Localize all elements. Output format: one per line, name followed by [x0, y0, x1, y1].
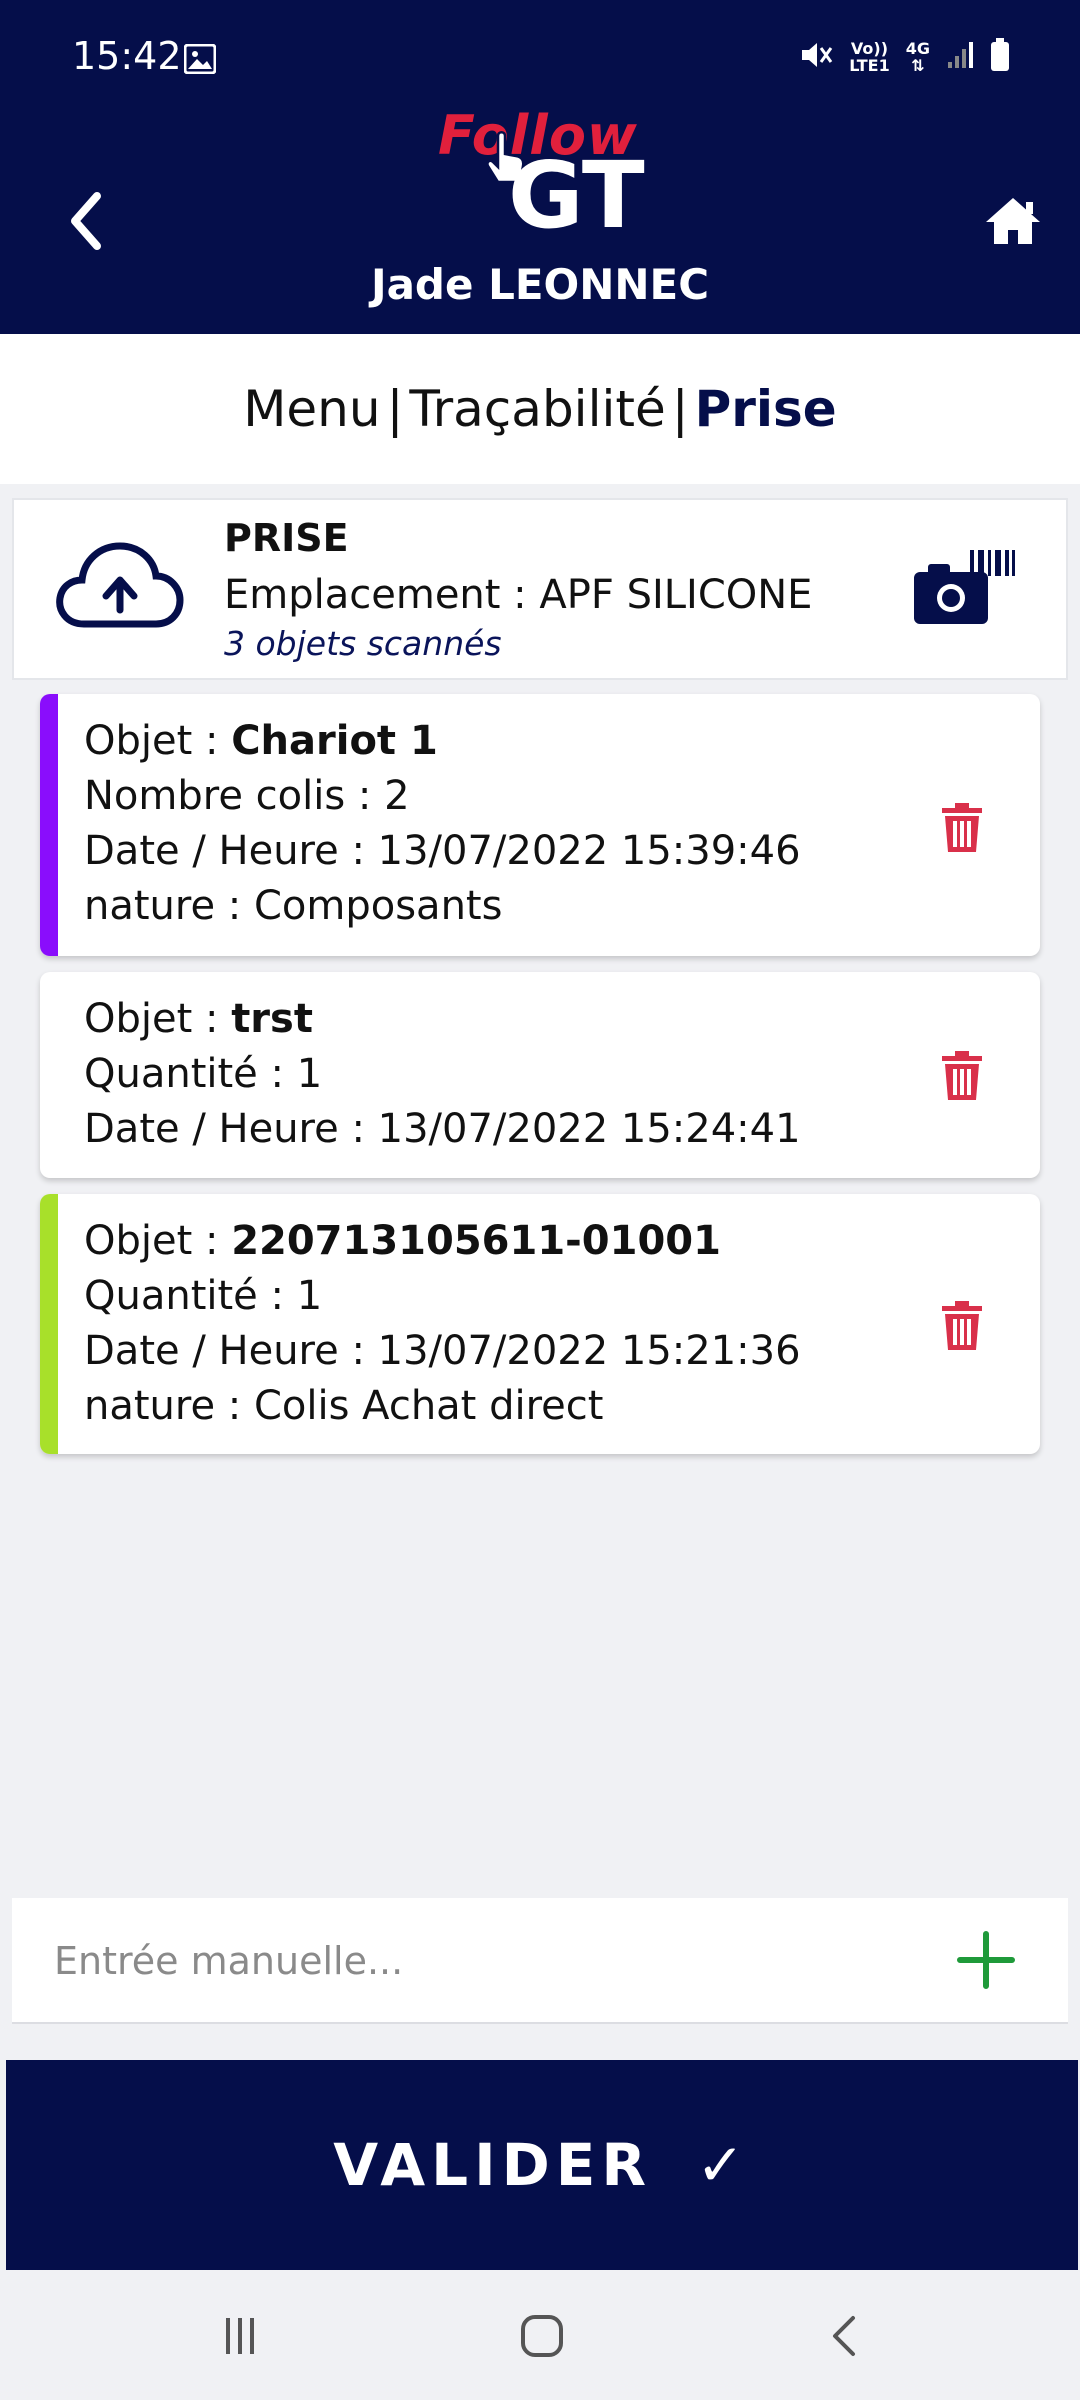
follow-gt-logo: Follow GT [438, 104, 648, 254]
item-accent-bar [40, 694, 58, 956]
signal-icon [946, 40, 974, 74]
trash-icon [942, 1301, 982, 1350]
item-details: Objet : 220713105611-01001 Quantité : 1 … [84, 1214, 801, 1434]
back-nav-button[interactable] [804, 2306, 884, 2366]
prise-info-card: PRISE Emplacement : APF SILICONE 3 objet… [12, 498, 1068, 680]
add-button[interactable] [956, 1930, 1016, 1990]
home-button[interactable] [968, 176, 1058, 266]
item-details: Objet : Chariot 1 Nombre colis : 2 Date … [84, 714, 801, 934]
breadcrumb-separator: | [671, 380, 689, 438]
status-icons: Vo)) LTE1 4G ⇅ [799, 38, 1010, 76]
item-object-name: Chariot 1 [231, 718, 438, 764]
delete-item-button[interactable] [940, 802, 984, 854]
item-quantity-line: Nombre colis : 2 [84, 773, 410, 819]
item-object-line: Objet : 220713105611-01001 [84, 1218, 721, 1264]
home-icon [986, 198, 1040, 244]
check-icon: ✓ [696, 2131, 751, 2199]
manual-entry-input[interactable] [52, 1928, 916, 1994]
volte-icon: Vo)) LTE1 [849, 39, 890, 75]
plus-icon [957, 1931, 1015, 1989]
item-accent-bar [40, 1194, 58, 1454]
4g-icon: 4G ⇅ [905, 39, 930, 75]
home-nav-button[interactable] [502, 2306, 582, 2366]
validate-label: VALIDER [333, 2131, 653, 2199]
validate-button[interactable]: VALIDER ✓ [6, 2060, 1078, 2270]
item-object-line: Objet : Chariot 1 [84, 718, 438, 764]
home-circle-icon [521, 2315, 563, 2357]
camera-barcode-icon [914, 550, 1015, 624]
cloud-upload-icon [54, 538, 184, 638]
back-button[interactable] [40, 176, 130, 266]
status-time: 15:42 [72, 34, 182, 78]
manual-entry-bar [12, 1898, 1068, 2024]
info-title: PRISE [224, 516, 349, 560]
breadcrumb-menu[interactable]: Menu [243, 380, 380, 438]
logo-gt-text: GT [508, 142, 645, 249]
item-quantity-line: Quantité : 1 [84, 1051, 323, 1097]
item-nature-line: nature : Colis Achat direct [84, 1383, 604, 1429]
gallery-icon [183, 43, 217, 78]
item-object-name: 220713105611-01001 [231, 1218, 721, 1264]
item-object-name: trst [231, 996, 313, 1042]
back-chevron-icon [833, 2316, 855, 2356]
user-name: Jade LEONNEC [370, 260, 710, 309]
info-location: Emplacement : APF SILICONE [224, 572, 813, 618]
item-quantity-line: Quantité : 1 [84, 1273, 323, 1319]
item-details: Objet : trst Quantité : 1 Date / Heure :… [84, 992, 801, 1157]
camera-barcode-button[interactable] [912, 548, 1016, 630]
chevron-left-icon [71, 192, 101, 250]
breadcrumb-tracabilite[interactable]: Traçabilité [409, 380, 665, 438]
breadcrumb: Menu | Traçabilité | Prise [0, 334, 1080, 484]
breadcrumb-prise: Prise [694, 380, 837, 438]
mute-icon [799, 39, 833, 75]
scanned-item-card[interactable]: Objet : 220713105611-01001 Quantité : 1 … [40, 1194, 1040, 1454]
item-date-line: Date / Heure : 13/07/2022 15:24:41 [84, 1106, 801, 1152]
delete-item-button[interactable] [940, 1300, 984, 1352]
breadcrumb-separator: | [386, 380, 404, 438]
system-nav-bar [0, 2272, 1080, 2400]
recent-apps-icon [226, 2318, 254, 2354]
delete-item-button[interactable] [940, 1050, 984, 1102]
trash-icon [942, 1051, 982, 1100]
battery-icon [990, 38, 1010, 76]
app-header: 15:42 Vo)) LTE1 4G ⇅ Follow GT Jade LEON… [0, 0, 1080, 334]
item-date-line: Date / Heure : 13/07/2022 15:39:46 [84, 828, 801, 874]
item-object-line: Objet : trst [84, 996, 313, 1042]
scanned-item-card[interactable]: Objet : trst Quantité : 1 Date / Heure :… [40, 972, 1040, 1178]
scanned-item-card[interactable]: Objet : Chariot 1 Nombre colis : 2 Date … [40, 694, 1040, 956]
scan-count: 3 objets scannés [224, 624, 502, 663]
recent-apps-button[interactable] [200, 2306, 280, 2366]
item-date-line: Date / Heure : 13/07/2022 15:21:36 [84, 1328, 801, 1374]
trash-icon [942, 803, 982, 852]
item-nature-line: nature : Composants [84, 883, 503, 929]
